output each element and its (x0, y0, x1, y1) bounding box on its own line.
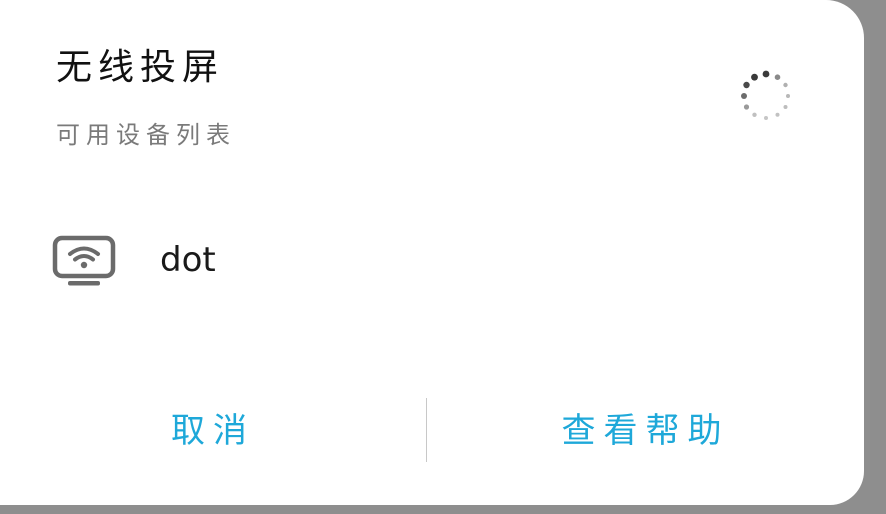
device-name: dot (160, 240, 216, 280)
wireless-display-icon (52, 235, 116, 286)
dialog-subtitle: 可用设备列表 (56, 121, 236, 149)
device-item-dot[interactable]: dot (0, 216, 864, 306)
dialog-title: 无线投屏 (56, 47, 225, 88)
cancel-button[interactable]: 取消 (0, 398, 426, 464)
cast-dialog: 无线投屏 可用设备列表 dot 取消 查看帮助 (0, 0, 864, 505)
dialog-actions: 取消 查看帮助 (0, 398, 864, 464)
view-help-button[interactable]: 查看帮助 (427, 398, 864, 464)
loading-spinner-icon (741, 70, 790, 120)
